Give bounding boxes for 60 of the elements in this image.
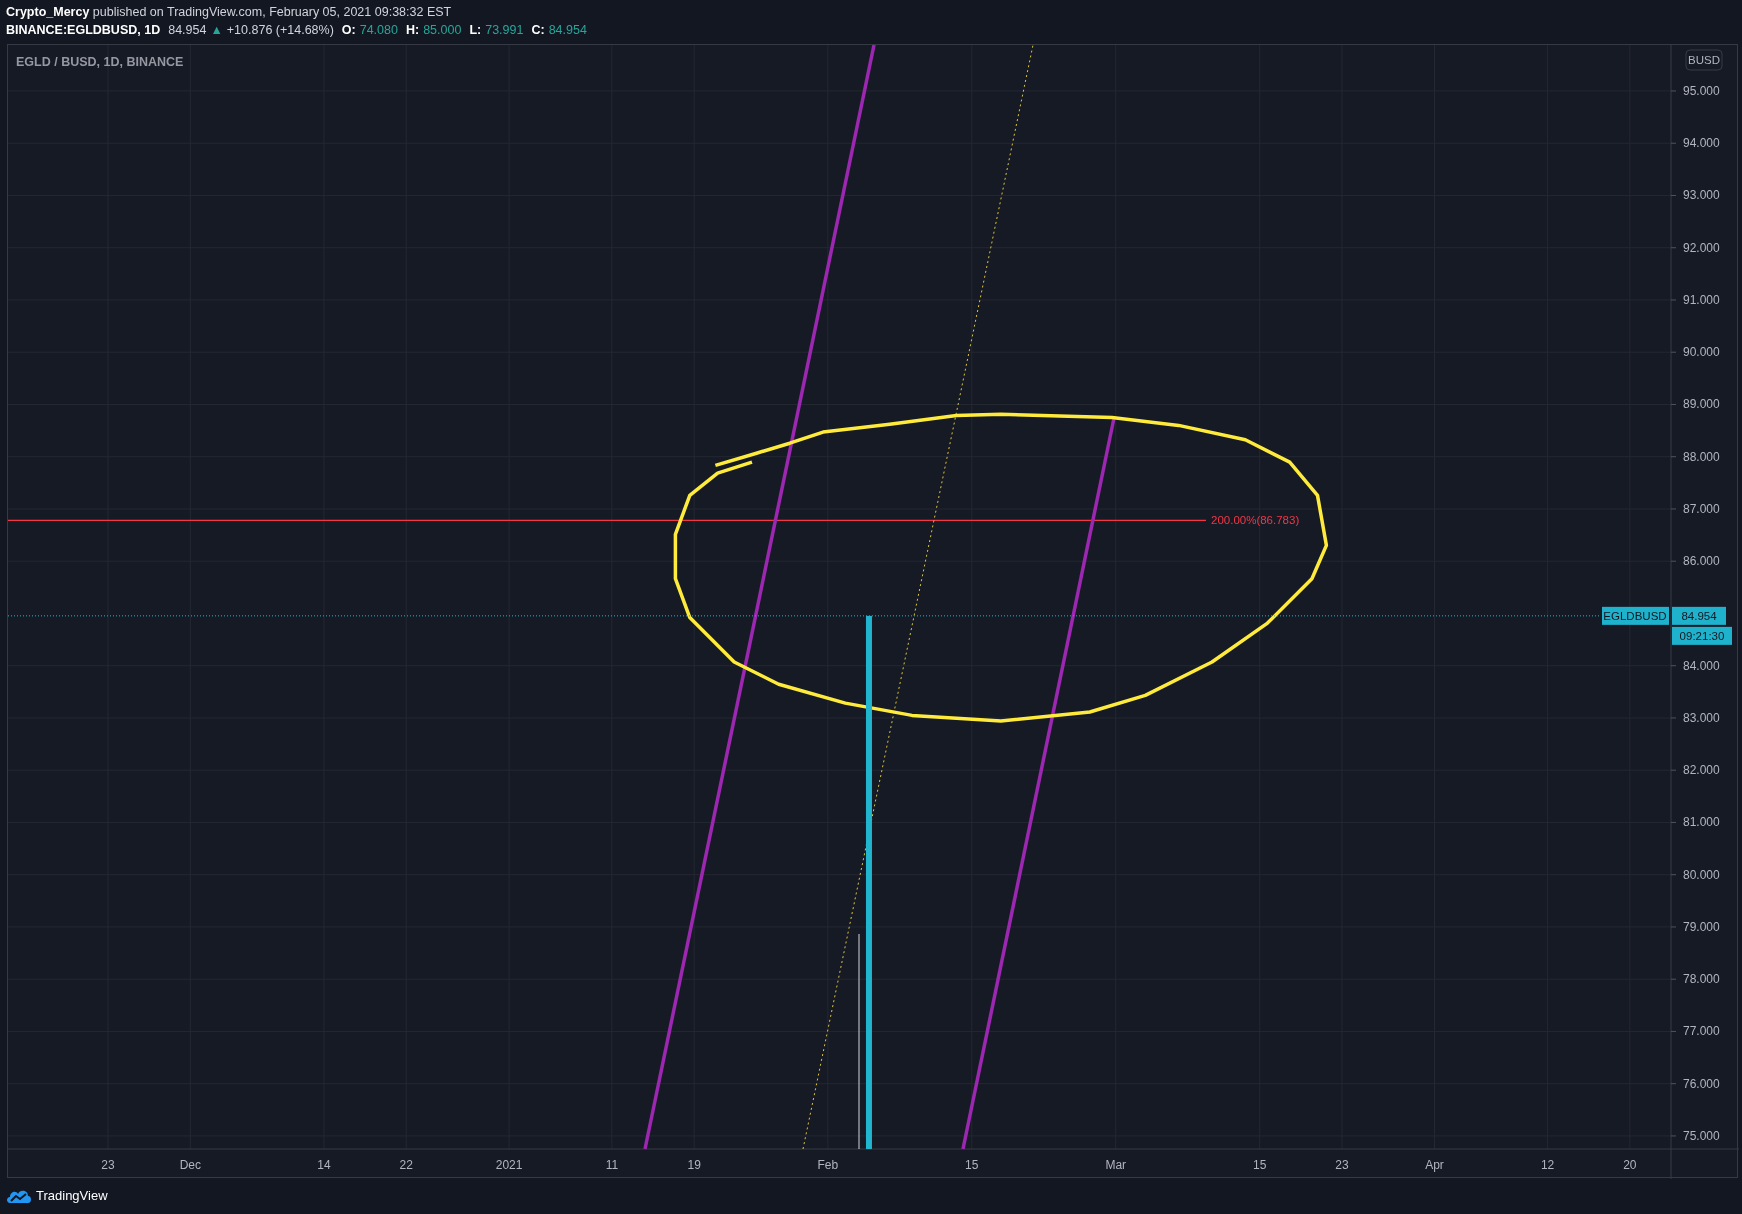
trend-line[interactable] <box>643 45 876 1150</box>
last-price: 84.954 <box>168 22 207 39</box>
price-axis-label: 79.000 <box>1683 919 1720 934</box>
price-axis-label: 86.000 <box>1683 554 1720 569</box>
time-axis-label: 14 <box>317 1158 331 1172</box>
ohlc-value: 73.991 <box>485 22 524 39</box>
price-axis-label: 76.000 <box>1683 1076 1720 1091</box>
time-axis-label: 12 <box>1540 1158 1555 1172</box>
level-label: 200.00%(86.783) <box>1211 514 1300 527</box>
price-axis-label: 95.000 <box>1683 84 1720 98</box>
countdown-tag: 09:21:30 <box>1672 626 1732 645</box>
price-axis-label: 84.000 <box>1683 658 1720 673</box>
price-axis-label: 91.000 <box>1683 292 1720 307</box>
time-axis-label: 20 <box>1623 1158 1637 1172</box>
price-axis-label: 90.000 <box>1683 345 1720 360</box>
price-axis-label: 75.000 <box>1683 1128 1720 1143</box>
price-axis-label: 82.000 <box>1683 763 1720 778</box>
price-axis-label: 87.000 <box>1683 501 1720 516</box>
time-axis-label: 2021 <box>495 1158 523 1172</box>
price-axis-label: 81.000 <box>1683 815 1720 830</box>
brand-name[interactable]: TradingView <box>36 1186 108 1206</box>
currency-label[interactable]: BUSD <box>1685 49 1723 71</box>
ohlc-label: O: <box>341 22 356 39</box>
time-axis-label: Apr <box>1425 1158 1444 1172</box>
time-axis-label: 23 <box>1335 1158 1349 1172</box>
price-tag: 84.954 <box>1672 606 1726 625</box>
ohlc-label: L: <box>469 22 482 39</box>
cloud-logo-icon <box>6 1188 32 1204</box>
time-axis-label: 15 <box>1253 1158 1267 1172</box>
time-axis-label: 22 <box>399 1158 413 1172</box>
dotted-line[interactable] <box>802 45 1034 1150</box>
symbol-tag: EGLDBUSD <box>1602 606 1669 625</box>
price-axis-label: 83.000 <box>1683 710 1720 725</box>
price-change: +10.876 (+14.68%) <box>226 22 334 39</box>
ohlc-value: 85.000 <box>423 22 462 39</box>
price-axis-label: 77.000 <box>1683 1024 1720 1039</box>
level-line[interactable] <box>8 519 1207 521</box>
time-axis-label: 11 <box>605 1158 619 1172</box>
price-axis-label: 78.000 <box>1683 972 1720 987</box>
time-axis-label: 23 <box>101 1158 115 1172</box>
price-axis-label: 80.000 <box>1683 867 1720 882</box>
ohlc-value: 84.954 <box>548 22 587 39</box>
author-name[interactable]: Crypto_Mercy <box>6 5 90 19</box>
time-axis-label: 19 <box>687 1158 701 1172</box>
price-axis-label: 92.000 <box>1683 240 1720 255</box>
publish-info: published on TradingView.com, February 05, 2021 09:38:32 EST <box>92 5 452 19</box>
time-axis-label: 15 <box>965 1158 979 1172</box>
up-arrow-icon: ▲ <box>210 21 223 39</box>
time-axis-label: Dec <box>179 1158 201 1172</box>
price-axis-label: 93.000 <box>1683 188 1720 203</box>
ohlc-value: 74.080 <box>359 22 398 39</box>
ohlc-label: C: <box>531 22 545 39</box>
time-axis-label: Feb <box>817 1158 839 1172</box>
ohlc-label: H: <box>405 22 420 39</box>
price-axis-label: 88.000 <box>1683 449 1720 464</box>
time-axis-label: Mar <box>1105 1158 1127 1172</box>
price-axis-label: 94.000 <box>1683 136 1720 151</box>
chart-legend: EGLD / BUSD, 1D, BINANCE <box>16 55 184 69</box>
price-axis-label: 89.000 <box>1683 397 1720 412</box>
symbol-name: BINANCE:EGLDBUSD, 1D <box>6 22 161 39</box>
